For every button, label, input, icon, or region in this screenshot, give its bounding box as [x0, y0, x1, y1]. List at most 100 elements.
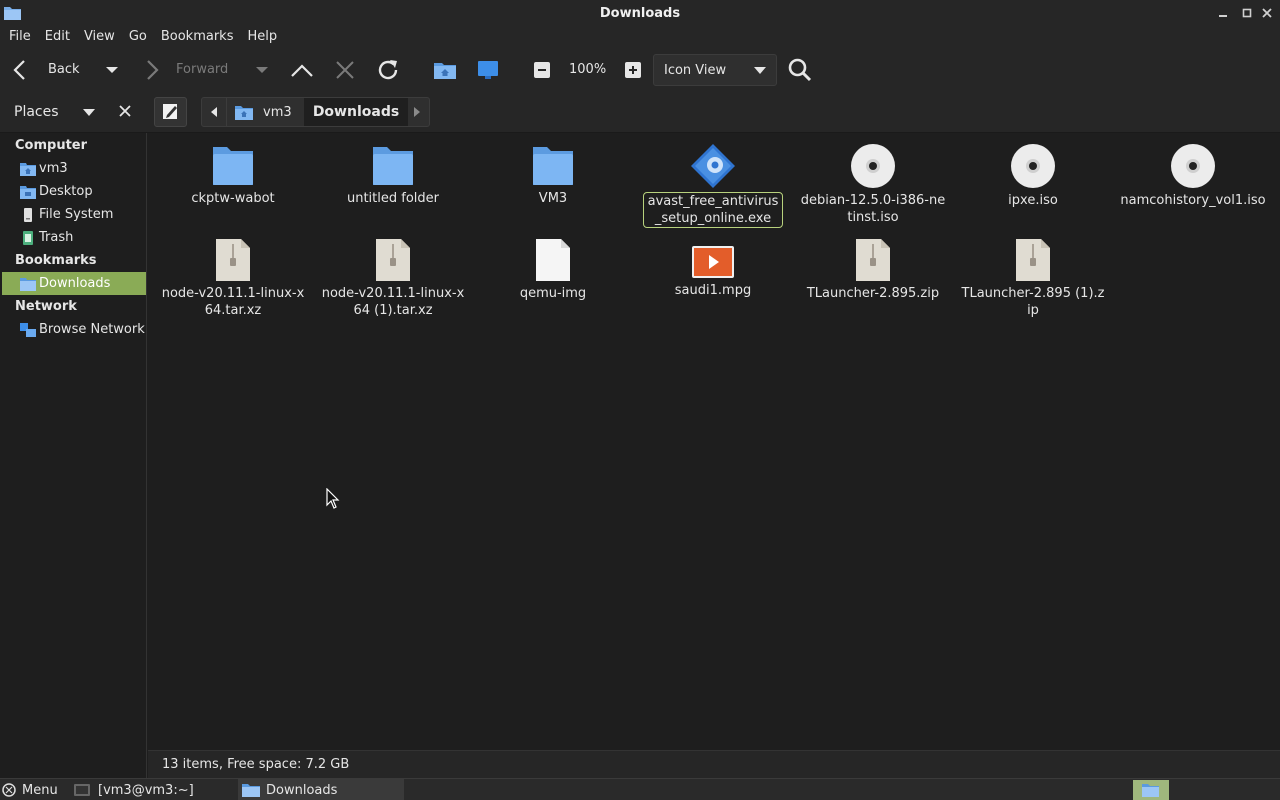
zoom-out-icon: [534, 62, 550, 78]
sidebar-item-label: vm3: [39, 161, 68, 176]
file-item[interactable]: qemu-img: [478, 238, 628, 302]
reload-button[interactable]: [375, 58, 401, 82]
home-folder-icon: [434, 63, 456, 79]
arrow-up-icon: [291, 64, 313, 77]
file-item[interactable]: avast_free_antivirus_setup_online.exe: [638, 143, 788, 228]
zoom-in-button[interactable]: [623, 61, 643, 79]
sidebar-item-browse-network[interactable]: Browse Network: [0, 318, 146, 341]
zoom-out-button[interactable]: [532, 61, 552, 79]
sidebar-item-label: Browse Network: [39, 322, 145, 337]
zoom-in-icon: [625, 62, 641, 78]
file-name: node-v20.11.1-linux-x64.tar.xz: [161, 286, 305, 318]
sidebar-item-desktop[interactable]: Desktop: [0, 180, 146, 203]
disc-image-icon: [1011, 144, 1055, 188]
file-item[interactable]: namcohistory_vol1.iso: [1118, 143, 1268, 209]
close-icon: [1262, 8, 1272, 18]
file-name: node-v20.11.1-linux-x64 (1).tar.xz: [321, 286, 465, 318]
sidebar-section-computer: Computer: [15, 138, 88, 153]
file-item[interactable]: TLauncher-2.895 (1).zip: [958, 238, 1108, 319]
up-button[interactable]: [290, 58, 314, 82]
minimize-button[interactable]: [1214, 4, 1232, 22]
triangle-left-icon: [211, 107, 217, 117]
sidebar-mode-label[interactable]: Places: [14, 92, 59, 132]
taskbar-item-label: Downloads: [266, 782, 338, 798]
workspace-switcher[interactable]: [1133, 780, 1169, 800]
menu-go[interactable]: Go: [122, 26, 154, 48]
forward-label: Forward: [176, 62, 229, 77]
start-menu-button[interactable]: Menu: [2, 779, 66, 800]
window-title: Downloads: [599, 5, 681, 21]
file-name: TLauncher-2.895.zip: [806, 286, 940, 301]
menu-edit[interactable]: Edit: [38, 26, 77, 48]
maximize-button[interactable]: [1238, 4, 1256, 22]
file-name: saudi1.mpg: [674, 283, 752, 298]
file-name: TLauncher-2.895 (1).zip: [961, 286, 1105, 318]
sidebar-item-label: File System: [39, 207, 114, 222]
file-item[interactable]: VM3: [478, 145, 628, 207]
maximize-icon: [1242, 8, 1252, 18]
archive-icon: [376, 239, 410, 281]
file-view[interactable]: ckptw-wabot untitled folder VM3 avast_fr…: [148, 133, 1280, 750]
home-folder-icon: [20, 162, 36, 176]
breadcrumb-downloads[interactable]: Downloads: [304, 98, 408, 126]
sidebar-mode-dropdown-icon[interactable]: [83, 109, 95, 116]
back-history-dropdown[interactable]: [104, 64, 120, 76]
taskbar-terminal[interactable]: [vm3@vm3:~]: [74, 779, 234, 800]
status-bar: 13 items, Free space: 7.2 GB: [148, 750, 1280, 778]
file-item[interactable]: untitled folder: [318, 145, 468, 207]
view-mode-select[interactable]: Icon View: [653, 54, 777, 86]
sidebar-item-label: Trash: [39, 230, 74, 245]
toolbar: Back Forward 100%: [0, 48, 1280, 92]
archive-icon: [216, 239, 250, 281]
stop-button[interactable]: [333, 58, 357, 82]
file-item[interactable]: node-v20.11.1-linux-x64.tar.xz: [158, 238, 308, 319]
file-name: namcohistory_vol1.iso: [1120, 193, 1266, 208]
file-name: avast_free_antivirus_setup_online.exe: [643, 192, 783, 228]
search-button[interactable]: [786, 56, 814, 84]
menu-file[interactable]: File: [2, 26, 38, 48]
forward-button[interactable]: [140, 58, 164, 82]
mouse-cursor-icon: [326, 488, 340, 509]
computer-button[interactable]: [475, 58, 501, 82]
sidebar-item-downloads[interactable]: Downloads: [2, 272, 146, 295]
trash-icon: [23, 230, 33, 245]
file-item[interactable]: ckptw-wabot: [158, 145, 308, 207]
file-name: ipxe.iso: [1008, 193, 1058, 208]
sidebar-item-trash[interactable]: Trash: [0, 226, 146, 249]
minimize-icon: [1219, 15, 1227, 17]
file-item[interactable]: saudi1.mpg: [638, 245, 788, 299]
folder-icon: [533, 147, 573, 185]
breadcrumb: vm3 Downloads: [201, 97, 430, 127]
sidebar-item-file-system[interactable]: File System: [0, 203, 146, 226]
archive-icon: [1016, 239, 1050, 281]
triangle-right-icon: [414, 107, 420, 117]
view-mode-value: Icon View: [664, 62, 727, 78]
file-name: VM3: [538, 191, 568, 206]
close-window-button[interactable]: [1258, 4, 1276, 22]
breadcrumb-scroll-left-button[interactable]: [202, 98, 226, 126]
toggle-location-entry-button[interactable]: [154, 97, 187, 127]
menu-view[interactable]: View: [77, 26, 122, 48]
folder-app-icon: [4, 7, 21, 20]
close-icon: [119, 105, 131, 117]
menu-bookmarks[interactable]: Bookmarks: [154, 26, 241, 48]
file-item[interactable]: node-v20.11.1-linux-x64 (1).tar.xz: [318, 238, 468, 319]
chevron-down-icon: [256, 67, 268, 73]
breadcrumb-vm3[interactable]: vm3: [226, 98, 304, 126]
file-item[interactable]: TLauncher-2.895.zip: [798, 238, 948, 302]
taskbar-downloads[interactable]: Downloads: [238, 779, 404, 800]
close-sidebar-button[interactable]: [116, 102, 134, 122]
executable-gear-icon: [691, 144, 735, 188]
home-button[interactable]: [432, 58, 458, 82]
sidebar-item-label: Desktop: [39, 184, 93, 199]
disc-image-icon: [1171, 144, 1215, 188]
sidebar-item-vm3[interactable]: vm3: [0, 157, 146, 180]
forward-history-dropdown[interactable]: [254, 64, 270, 76]
file-item[interactable]: debian-12.5.0-i386-netinst.iso: [798, 143, 948, 226]
menu-help[interactable]: Help: [240, 26, 284, 48]
file-item[interactable]: ipxe.iso: [958, 143, 1108, 209]
breadcrumb-scroll-right-button[interactable]: [405, 98, 429, 126]
blank-file-icon: [536, 239, 570, 281]
start-menu-label: Menu: [22, 782, 58, 798]
back-label: Back: [48, 62, 80, 77]
